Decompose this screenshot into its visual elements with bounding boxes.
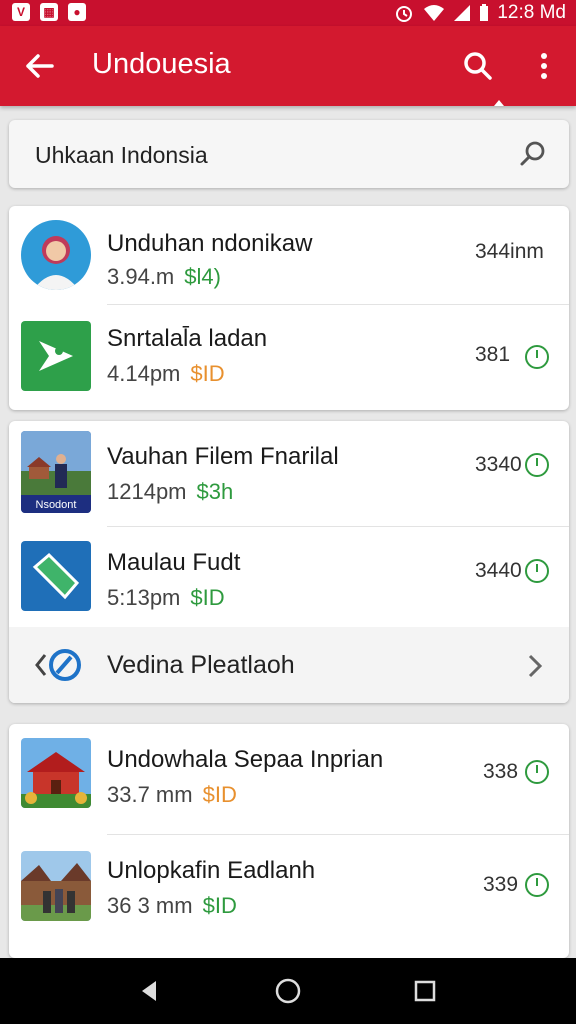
item-time: 5:13pm: [107, 585, 181, 610]
green-app-logo: [21, 321, 91, 391]
item-title: Unlopkafin Eadlanh: [107, 857, 316, 884]
home-circle-icon[interactable]: [274, 977, 302, 1005]
search-icon[interactable]: [517, 138, 549, 170]
app-bar: Undouesia: [0, 26, 576, 106]
list-item[interactable]: Nsodont Vauhan Filem Fnarilal 1214pm $3h …: [9, 421, 569, 526]
item-title: Snrtalal̄a ladan: [107, 325, 268, 352]
clock-icon: [525, 873, 549, 897]
compass-icon: [35, 649, 81, 681]
search-input[interactable]: Uhkaan Indonsia: [9, 120, 569, 188]
clock-icon: [525, 760, 549, 784]
back-arrow-icon[interactable]: [18, 44, 62, 88]
item-count: 381: [475, 343, 511, 366]
search-value: Uhkaan Indonsia: [35, 142, 208, 168]
chevron-right-icon[interactable]: [525, 653, 545, 679]
clock-icon: [525, 345, 549, 369]
item-price: $3h: [196, 479, 234, 504]
shield-icon: V: [12, 3, 30, 21]
film-poster: Nsodont: [21, 431, 91, 513]
item-price: $ID: [190, 361, 225, 386]
status-bar: V ▦ ● 12:8 Md: [0, 0, 576, 26]
item-time: 4.14pm: [107, 361, 181, 386]
village-photo: [21, 851, 91, 921]
item-title: Unduhan ndonikaw: [107, 230, 313, 257]
item-title: Vauhan Filem Fnarilal: [107, 443, 339, 470]
item-count: 3440: [475, 559, 522, 582]
blue-app-logo: [21, 541, 91, 611]
result-card: Undowhala Sepaa Inprian 33.7 mm $ID 338 U…: [9, 724, 569, 958]
result-card: Unduhan ndonikaw 3.94.m $l4) 344inm Snrta…: [9, 206, 569, 410]
chat-icon: ●: [68, 3, 86, 21]
red-house-photo: [21, 738, 91, 808]
recents-square-icon[interactable]: [412, 978, 438, 1004]
back-triangle-icon[interactable]: [136, 978, 162, 1004]
poster-caption: Nsodont: [36, 499, 77, 511]
item-count: 338: [483, 760, 519, 783]
item-title: Undowhala Sepaa Inprian: [107, 746, 384, 773]
more-vert-icon[interactable]: [522, 44, 566, 88]
list-item[interactable]: Undowhala Sepaa Inprian 33.7 mm $ID 338: [9, 724, 569, 834]
item-price: $ID: [202, 893, 237, 918]
battery-icon: [480, 4, 489, 21]
system-nav-bar: [0, 958, 576, 1024]
item-count: 3340: [475, 453, 522, 476]
alarm-icon: [396, 6, 413, 22]
search-icon[interactable]: [456, 44, 500, 88]
item-price: $ID: [202, 782, 237, 807]
signal-icon: [454, 5, 471, 21]
item-count: 344inm: [475, 240, 544, 263]
item-price: $ID: [190, 585, 225, 610]
list-item[interactable]: Snrtalal̄a ladan 4.14pm $ID 381: [9, 305, 569, 410]
result-card: Nsodont Vauhan Filem Fnarilal 1214pm $3h …: [9, 421, 569, 703]
item-time: 3.94.m: [107, 264, 175, 289]
status-clock: 12:8 Md: [497, 2, 566, 23]
item-count: 339: [483, 873, 519, 896]
list-item[interactable]: Unlopkafin Eadlanh 36 3 mm $ID 339: [9, 835, 569, 948]
list-item[interactable]: Unduhan ndonikaw 3.94.m $l4) 344inm: [9, 206, 569, 304]
clock-icon: [525, 559, 549, 583]
image-icon: ▦: [40, 3, 58, 21]
item-price: $l4): [184, 264, 221, 289]
item-time: 36 3 mm: [107, 893, 193, 918]
item-title: Maulau Fudt: [107, 549, 241, 576]
page-title: Undouesia: [92, 48, 231, 80]
playlist-row[interactable]: Vedina Pleatlaoh: [9, 627, 569, 703]
clock-icon: [525, 453, 549, 477]
playlist-label: Vedina Pleatlaoh: [107, 651, 295, 679]
item-time: 33.7 mm: [107, 782, 193, 807]
avatar: [21, 220, 91, 290]
menu-caret: [494, 100, 504, 106]
wifi-icon: [424, 5, 445, 21]
item-time: 1214pm: [107, 479, 187, 504]
list-item[interactable]: Maulau Fudt 5:13pm $ID 3440: [9, 527, 569, 627]
